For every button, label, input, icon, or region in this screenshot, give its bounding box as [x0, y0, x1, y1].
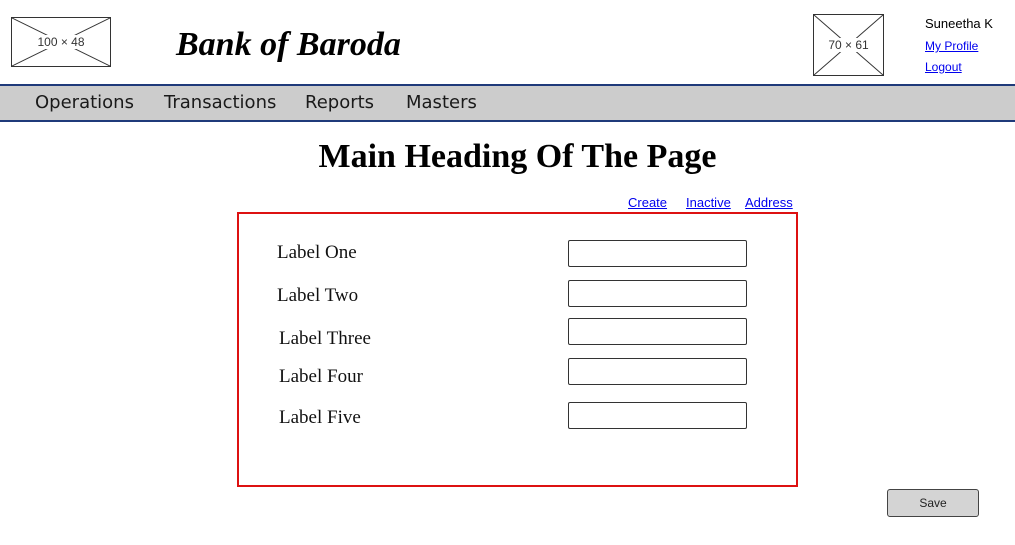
nav-item-reports[interactable]: Reports: [305, 92, 374, 113]
label-five-input[interactable]: [568, 402, 747, 429]
bank-name-title: Bank of Baroda: [176, 26, 401, 63]
label-one-input[interactable]: [568, 240, 747, 267]
nav-item-operations[interactable]: Operations: [35, 92, 134, 113]
label-four: Label Four: [279, 366, 363, 387]
label-three: Label Three: [279, 328, 371, 349]
label-two: Label Two: [277, 285, 359, 306]
avatar-placeholder-size: 70 × 61: [827, 38, 870, 52]
avatar-placeholder-image: 70 × 61: [813, 14, 884, 76]
label-five: Label Five: [279, 407, 361, 428]
address-link[interactable]: Address: [745, 195, 793, 210]
nav-item-masters[interactable]: Masters: [406, 92, 477, 113]
logo-placeholder-size: 100 × 48: [36, 35, 86, 49]
logo-placeholder-image: 100 × 48: [11, 17, 111, 67]
save-button[interactable]: Save: [887, 489, 979, 517]
label-three-input[interactable]: [568, 318, 747, 345]
nav-item-transactions[interactable]: Transactions: [164, 92, 276, 113]
label-four-input[interactable]: [568, 358, 747, 385]
label-two-input[interactable]: [568, 280, 747, 307]
my-profile-link[interactable]: My Profile: [925, 39, 978, 53]
main-navigation-bar: Operations Transactions Reports Masters: [0, 84, 1015, 122]
user-name: Suneetha K: [925, 16, 993, 31]
page-title: Main Heading Of The Page: [318, 138, 717, 175]
inactive-link[interactable]: Inactive: [686, 195, 731, 210]
create-link[interactable]: Create: [628, 195, 667, 210]
logout-link[interactable]: Logout: [925, 60, 962, 74]
label-one: Label One: [277, 242, 357, 263]
